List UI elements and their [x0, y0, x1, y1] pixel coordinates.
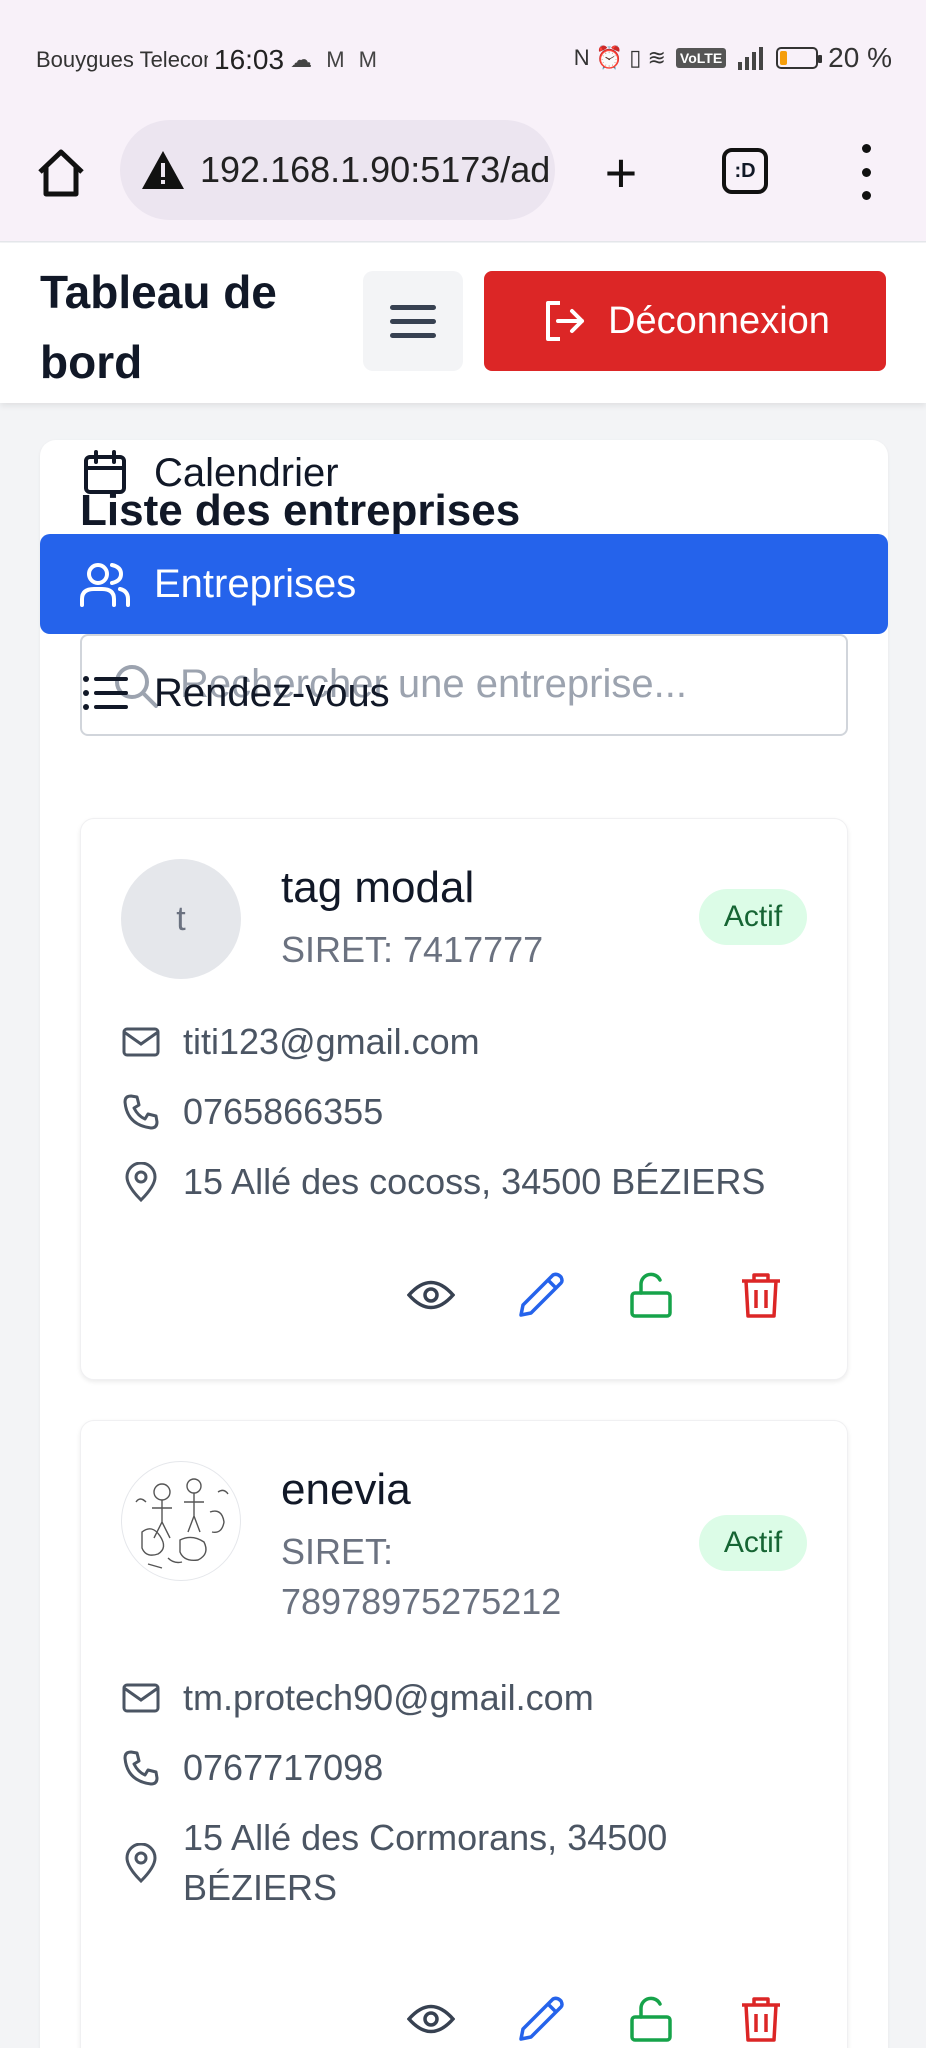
nav-item-companies[interactable]: Entreprises [40, 534, 888, 634]
nav-item-label: Rendez-vous [154, 670, 390, 715]
status-left: Bouygues Telecom 16:03 ☁ M M [36, 44, 381, 76]
status-right: N ⏰ ▯ ≋ VoLTE 20 % [574, 42, 892, 74]
calendar-icon [80, 448, 130, 498]
view-button[interactable] [401, 1989, 461, 2048]
page-title: Tableau de bord [40, 266, 277, 388]
map-pin-icon [121, 1813, 161, 1913]
eye-icon [407, 2004, 455, 2034]
eye-icon [407, 1280, 455, 1310]
view-button[interactable] [401, 1265, 461, 1325]
signal-icon [738, 47, 764, 70]
phone-icon [121, 1087, 161, 1137]
carrier-label: Bouygues Telecom [36, 47, 208, 72]
warning-icon[interactable] [140, 149, 186, 191]
company-siret: SIRET: 78978975275212 [281, 1531, 562, 1622]
edit-button[interactable] [511, 1265, 571, 1325]
pencil-icon [519, 1272, 564, 1317]
status-badge: Actif [699, 1515, 807, 1571]
unlock-icon [630, 1996, 672, 2042]
delete-button[interactable] [731, 1989, 791, 2048]
home-icon[interactable] [34, 146, 88, 200]
tab-switcher-icon[interactable]: :D [722, 148, 768, 194]
address-row: 15 Allé des cocoss, 34500 BÉZIERS [121, 1157, 765, 1207]
nav-item-calendar[interactable]: Calendrier [80, 444, 339, 502]
company-siret: SIRET: 7417777 [281, 929, 544, 970]
phone-row: 0767717098 [121, 1743, 383, 1793]
company-name: enevia [281, 1465, 411, 1514]
company-phone: 0767717098 [183, 1747, 384, 1788]
company-name: tag modal [281, 863, 475, 912]
mail-icon [121, 1673, 161, 1723]
map-pin-icon [121, 1157, 161, 1207]
status-badge: Actif [699, 889, 807, 945]
address-row: 15 Allé des Cormorans, 34500 BÉZIERS [121, 1813, 703, 1913]
status-bar: Bouygues Telecom 16:03 ☁ M M N ⏰ ▯ ≋ VoL… [0, 0, 926, 118]
new-tab-icon[interactable]: + [596, 145, 646, 201]
clock: 16:03 [214, 44, 285, 75]
unlock-icon [630, 1272, 672, 1318]
more-menu-icon[interactable] [856, 144, 876, 200]
menu-toggle-button[interactable] [363, 271, 463, 371]
nav-item-label: Calendrier [154, 450, 339, 495]
company-card: t tag modal SIRET: 7417777 Actif titi123… [80, 818, 848, 1380]
email-row: tm.protech90@gmail.com [121, 1673, 594, 1723]
nav-item-label: Entreprises [154, 561, 357, 606]
company-address: 15 Allé des Cormorans, 34500 BÉZIERS [183, 1817, 668, 1908]
system-icons: N ⏰ ▯ ≋ [573, 45, 666, 70]
app-header: Tableau de bord Déconnexion [0, 243, 926, 403]
battery-icon [776, 47, 823, 69]
email-row: titi123@gmail.com [121, 1017, 480, 1067]
pencil-icon [519, 1996, 564, 2041]
logout-icon [546, 301, 585, 341]
battery-percent: 20 % [828, 42, 892, 73]
toggle-status-button[interactable] [621, 1989, 681, 2048]
avatar [121, 1461, 241, 1581]
logout-label: Déconnexion [608, 299, 830, 342]
logout-button[interactable]: Déconnexion [484, 271, 886, 371]
list-icon [80, 668, 130, 718]
notification-icons: ☁ M M [290, 47, 381, 72]
avatar: t [121, 859, 241, 979]
volte-icon: VoLTE [675, 48, 727, 68]
browser-toolbar: 192.168.1.90:5173/ad + :D [0, 118, 926, 242]
company-address: 15 Allé des cocoss, 34500 BÉZIERS [183, 1161, 766, 1202]
battery-fill [780, 51, 788, 65]
mail-icon [121, 1017, 161, 1067]
phone-row: 0765866355 [121, 1087, 383, 1137]
sketch-image [135, 1478, 229, 1569]
edit-button[interactable] [511, 1989, 571, 2048]
users-icon [80, 559, 130, 609]
company-card: enevia SIRET: 78978975275212 Actif tm.pr… [80, 1420, 848, 2048]
trash-icon [742, 1273, 780, 1318]
company-phone: 0765866355 [183, 1091, 384, 1132]
nav-item-appointments[interactable]: Rendez-vous [80, 664, 390, 722]
toggle-status-button[interactable] [621, 1265, 681, 1325]
phone-icon [121, 1743, 161, 1793]
delete-button[interactable] [731, 1265, 791, 1325]
trash-icon [742, 1997, 780, 2042]
company-email: tm.protech90@gmail.com [183, 1677, 594, 1718]
company-email: titi123@gmail.com [183, 1021, 480, 1062]
url-text[interactable]: 192.168.1.90:5173/ad [200, 149, 550, 191]
address-bar[interactable]: 192.168.1.90:5173/ad [120, 120, 555, 220]
